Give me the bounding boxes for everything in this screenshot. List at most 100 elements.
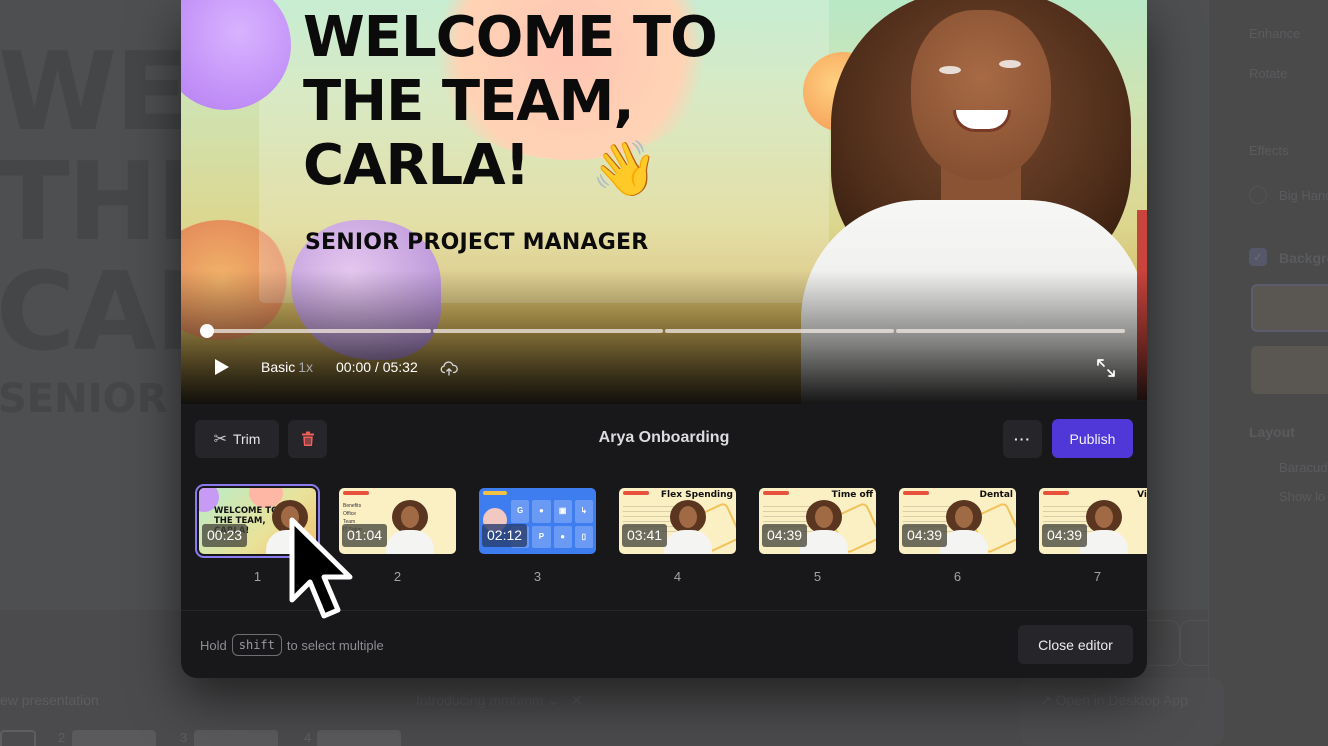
bg-sidebar-bighand: Big Hand <box>1279 188 1328 203</box>
bg-open-desktop-label: Open in Desktop App <box>1055 692 1188 708</box>
bg-strip-item <box>0 730 36 746</box>
bg-open-desktop: ↗ Open in Desktop App <box>1040 692 1188 709</box>
clip-thumbnail-7[interactable]: Vision 04:39 <box>1039 488 1147 554</box>
clip-tag <box>623 491 649 495</box>
bg-new-presentation: ew presentation <box>0 692 99 708</box>
more-options-button[interactable]: ··· <box>1003 420 1042 458</box>
clip-duration: 04:39 <box>1042 524 1088 547</box>
shift-key-badge: shift <box>231 634 282 656</box>
clip-tag <box>483 491 507 495</box>
mini-face <box>281 506 299 528</box>
clip-number: 3 <box>533 569 542 584</box>
bg-close-icon: ✕ <box>570 692 583 708</box>
video-preview[interactable]: WELCOME TO THE TEAM, CARLA! 👋 SENIOR PRO… <box>181 0 1147 404</box>
clip-presenter <box>386 494 434 554</box>
bullet: Benefits <box>343 503 362 509</box>
headline-line: WELCOME TO <box>303 5 718 70</box>
timeline-segment[interactable] <box>665 329 894 333</box>
mini-face <box>815 506 833 528</box>
clip-thumbnail-1[interactable]: WELCOME TOTHE TEAM,CARLA! 00:23 <box>195 484 320 558</box>
clip-duration: 01:04 <box>342 524 388 547</box>
headline-line: THE TEAM, <box>303 69 635 134</box>
presenter-face <box>911 10 1051 180</box>
presenter-smile <box>953 110 1011 132</box>
presenter-eye <box>999 60 1021 68</box>
video-controls-gradient <box>181 270 1147 404</box>
clip-thumbnail-5[interactable]: Time off 04:39 <box>759 488 876 554</box>
ellipsis-icon: ··· <box>1014 431 1031 447</box>
hint-prefix: Hold <box>200 637 227 653</box>
bg-sidebar-background: Background <box>1279 250 1328 266</box>
bg-strip-item <box>72 730 156 746</box>
bg-introducing: Introducing mmhmm ⌄ ✕ <box>416 692 583 709</box>
mini-face <box>1095 506 1113 528</box>
clip-tag <box>1043 491 1069 495</box>
clip-tag <box>763 491 789 495</box>
clip-number: 4 <box>673 569 682 584</box>
mini-face <box>401 506 419 528</box>
bg-chevron-down-icon: ⌄ <box>547 692 560 708</box>
clip-slide-title: Vision <box>1137 490 1147 500</box>
clip-presenter <box>940 494 988 554</box>
bg-introducing-label: Introducing mmhmm <box>416 692 544 708</box>
bg-strip-item <box>317 730 401 746</box>
speed-value: 1x <box>298 359 314 375</box>
bg-strip-item <box>194 730 278 746</box>
cloud-upload-icon[interactable] <box>440 360 458 376</box>
clip-duration: 04:39 <box>902 524 948 547</box>
bg-strip-num: 4 <box>304 730 312 745</box>
clip-number: 7 <box>1093 569 1102 584</box>
bg-sidebar-enhance: Enhance <box>1249 26 1301 41</box>
timeline-scrubber-handle[interactable] <box>200 324 214 338</box>
mini-face <box>955 506 973 528</box>
editor-modal: WELCOME TO THE TEAM, CARLA! 👋 SENIOR PRO… <box>181 0 1147 678</box>
play-icon[interactable] <box>215 359 229 375</box>
mini-body <box>800 530 848 554</box>
multi-select-hint: Hold shift to select multiple <box>200 634 384 656</box>
clip-tag <box>903 491 929 495</box>
close-editor-button[interactable]: Close editor <box>1018 625 1133 664</box>
bg-background-thumb <box>1251 284 1328 332</box>
tile: P <box>532 525 551 548</box>
mini-body <box>664 530 712 554</box>
publish-button[interactable]: Publish <box>1052 419 1133 458</box>
mini-body <box>266 530 314 554</box>
bg-checkbox-icon: ✓ <box>1249 248 1267 266</box>
slide-subheadline: SENIOR PROJECT MANAGER <box>305 230 649 255</box>
clip-thumbnail-4[interactable]: Flex Spending 03:41 <box>619 488 736 554</box>
timeline-segment[interactable] <box>433 329 663 333</box>
bg-radio <box>1249 186 1267 204</box>
bg-background-thumb <box>1251 346 1328 394</box>
clip-number: 2 <box>393 569 402 584</box>
mini-face <box>679 506 697 528</box>
playback-speed-button[interactable]: Basic 1x <box>261 359 313 375</box>
waving-hand-icon: 👋 <box>591 139 659 199</box>
clip-thumbnail-6[interactable]: Dental 04:39 <box>899 488 1016 554</box>
bullet: Office <box>343 511 356 517</box>
clip-duration: 02:12 <box>482 524 528 547</box>
fullscreen-expand-icon[interactable] <box>1095 357 1117 379</box>
footer-divider <box>181 610 1147 611</box>
playback-timeline[interactable] <box>200 324 1127 338</box>
time-display: 00:00 / 05:32 <box>336 359 418 375</box>
clip-thumbnail-2[interactable]: Benefits Office Team IT Setup 01:04 <box>339 488 456 554</box>
timeline-segment[interactable] <box>205 329 431 333</box>
hint-suffix: to select multiple <box>286 637 384 653</box>
clip-duration: 03:41 <box>622 524 668 547</box>
bg-sidebar-effects: Effects <box>1249 143 1289 158</box>
clip-presenter <box>664 494 712 554</box>
mini-body <box>386 530 434 554</box>
clip-duration: 00:23 <box>202 524 248 547</box>
clip-number: 5 <box>813 569 822 584</box>
clip-thumbnail-3[interactable]: G ● ▣ ↳ P ● ▯ 02:12 <box>479 488 596 554</box>
timeline-segment[interactable] <box>896 329 1125 333</box>
tile: ↳ <box>574 500 593 523</box>
bg-strip-num: 3 <box>180 730 188 745</box>
clip-number: 1 <box>253 569 262 584</box>
speed-label: Basic <box>261 359 296 375</box>
editor-toolbar: ✂ Trim Arya Onboarding ··· Publish <box>181 404 1147 472</box>
clip-presenter <box>266 494 314 554</box>
bg-sidebar-showlogo: Show lo <box>1279 489 1326 504</box>
bg-sidebar-baracuda: Baracuda <box>1279 460 1328 475</box>
tile: G <box>511 500 530 523</box>
